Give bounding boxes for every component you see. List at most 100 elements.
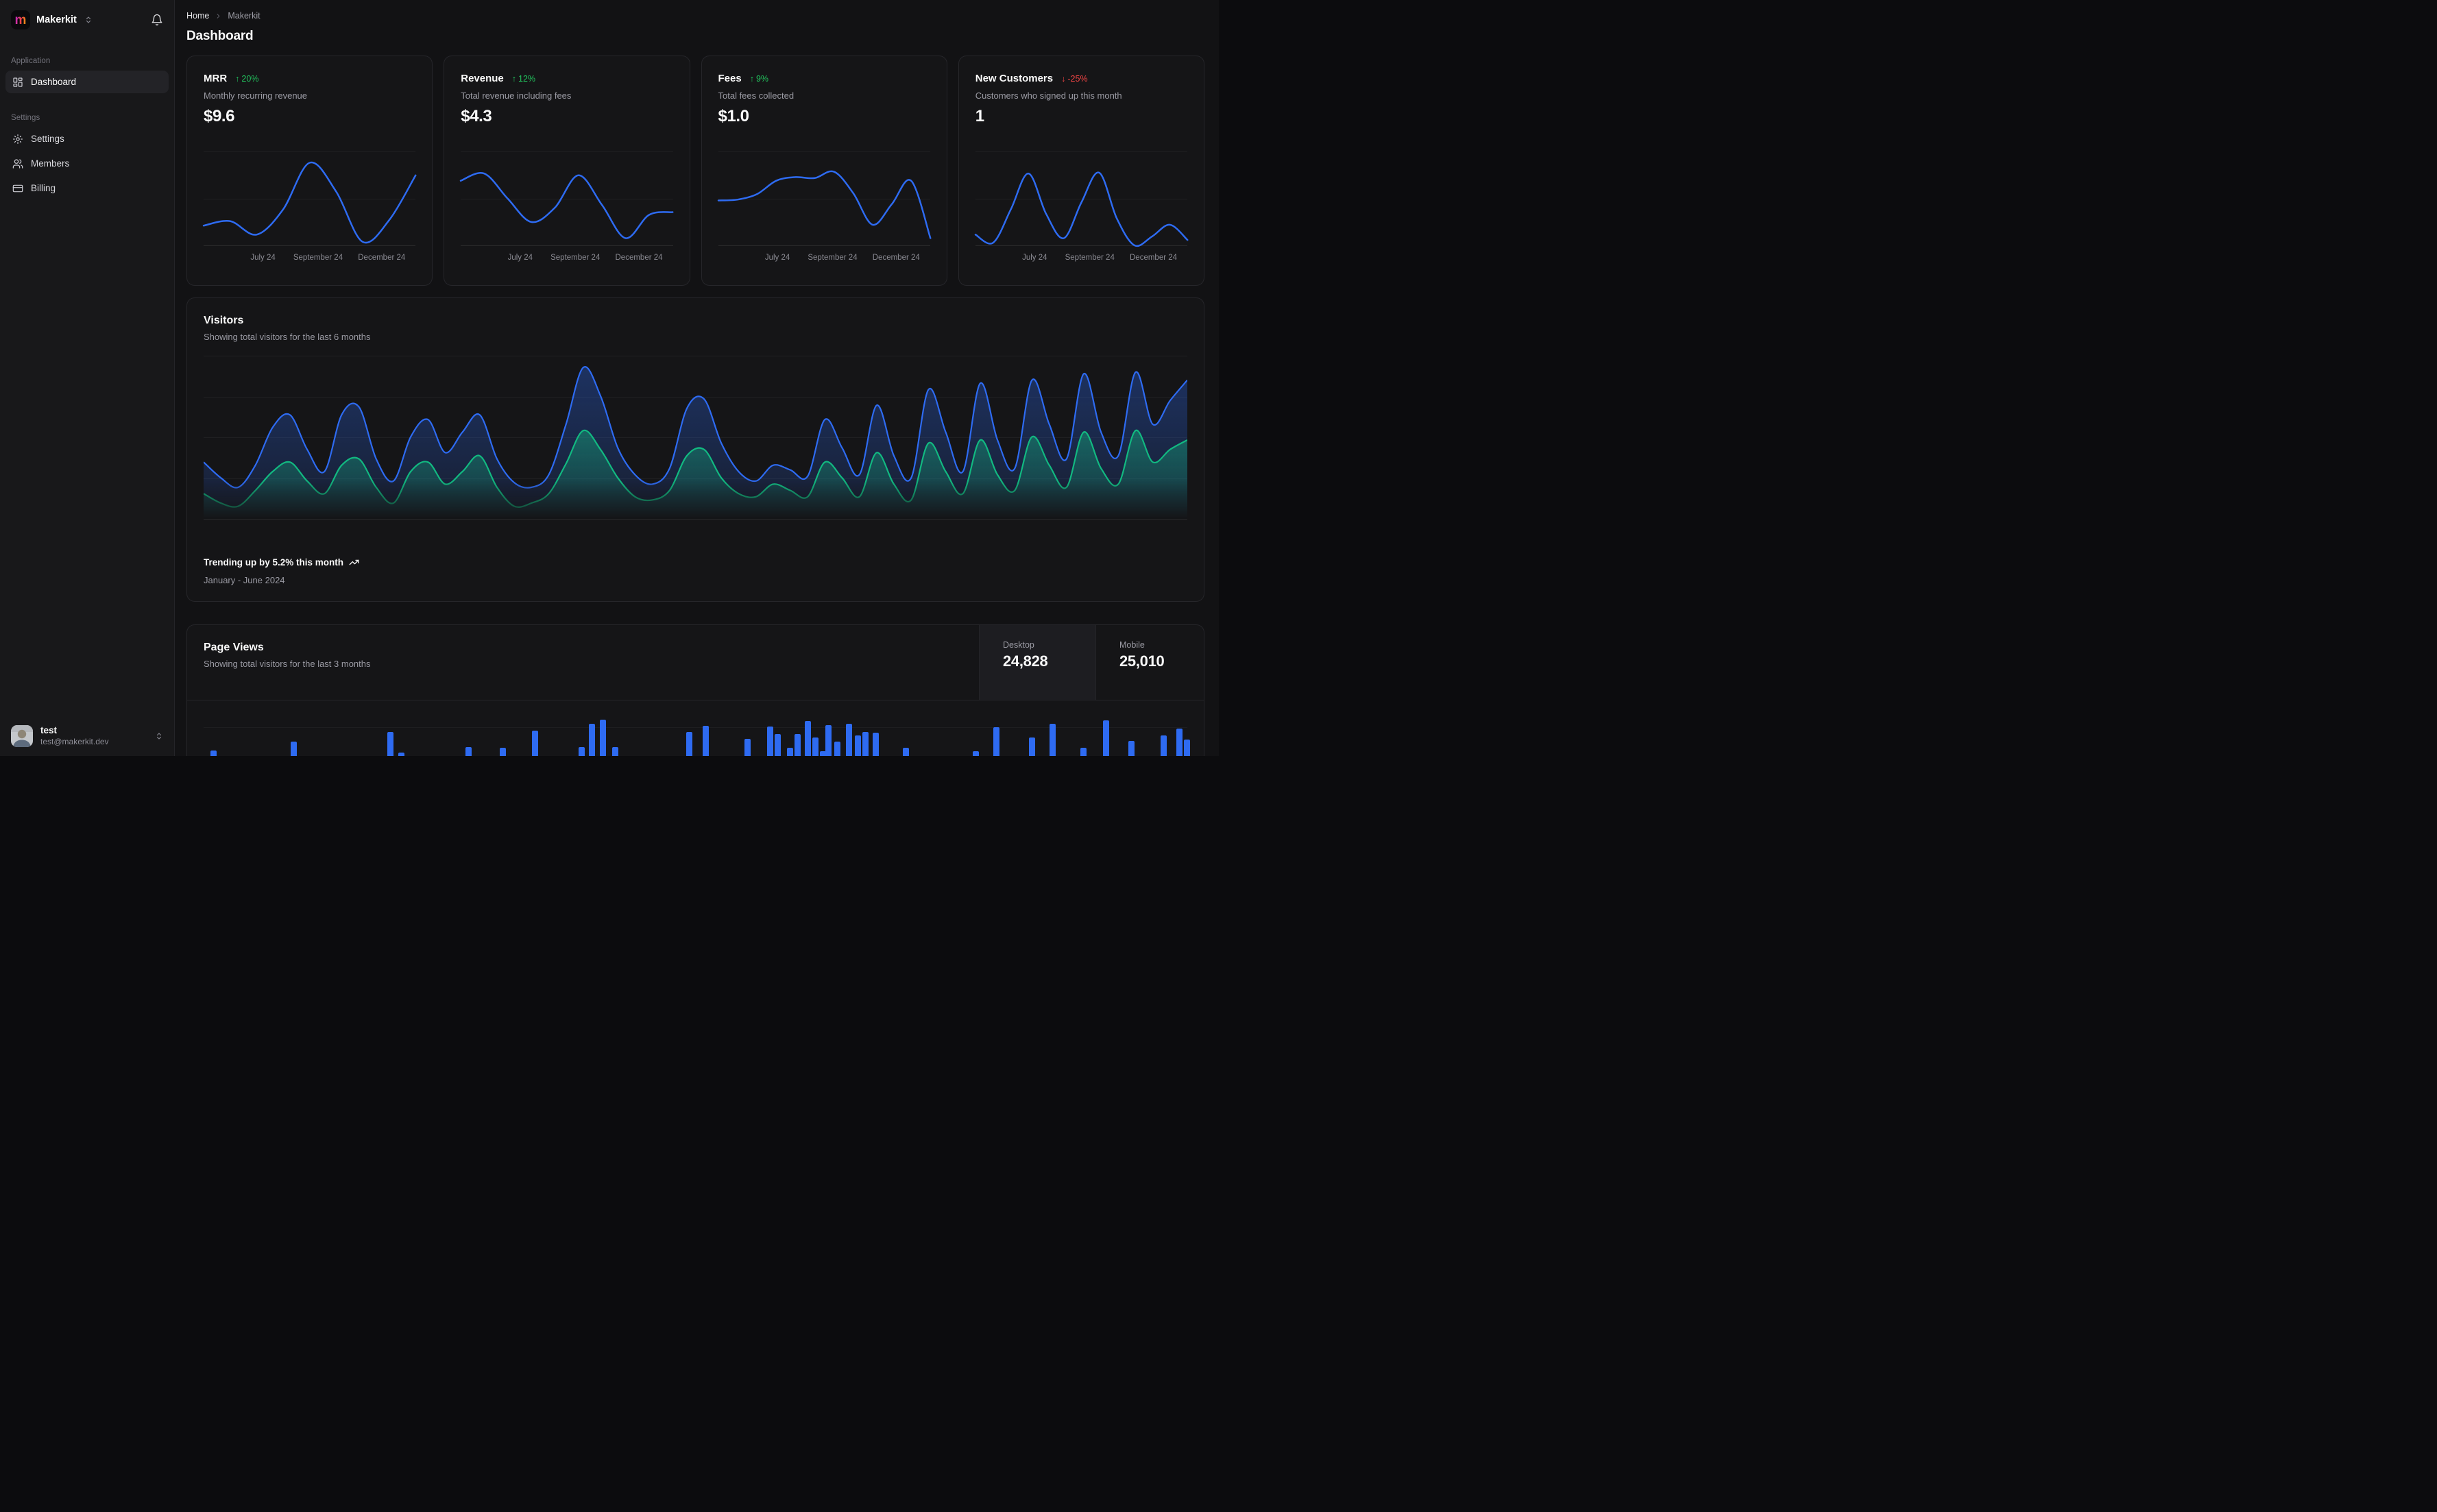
- trend-badge: ↑ 9%: [749, 73, 769, 84]
- sidebar-item-label: Members: [31, 158, 70, 169]
- gear-icon: [12, 134, 23, 145]
- chevron-right-icon: [215, 12, 222, 20]
- page-views-title: Page Views: [204, 642, 264, 653]
- bar: [532, 731, 538, 756]
- bar: [579, 747, 585, 756]
- makerkit-logo: m: [11, 10, 30, 29]
- breadcrumb: Home Makerkit: [186, 0, 1204, 21]
- x-tick-label: December 24: [358, 254, 406, 262]
- trend-arrow-icon: ↑: [749, 73, 754, 84]
- bar: [1103, 720, 1109, 756]
- trend-arrow-icon: ↓: [1061, 73, 1066, 84]
- stat-card-mrr: MRR ↑ 20% Monthly recurring revenue $9.6 …: [186, 56, 433, 286]
- sidebar-section-application: Application: [11, 57, 51, 65]
- bar: [210, 751, 217, 756]
- x-tick-label: December 24: [615, 254, 663, 262]
- sidebar-item-billing[interactable]: Billing: [5, 177, 169, 199]
- x-tick-label: September 24: [808, 254, 858, 262]
- stat-value: $4.3: [461, 107, 492, 125]
- bar: [387, 732, 393, 756]
- bar: [873, 733, 879, 756]
- sparkline-chart: [460, 151, 674, 246]
- bar: [787, 748, 793, 756]
- bar: [834, 742, 840, 756]
- bar: [795, 734, 801, 756]
- trend-badge: ↑ 20%: [235, 73, 259, 84]
- stat-description: Customers who signed up this month: [975, 90, 1122, 101]
- stat-value: $1.0: [718, 107, 750, 125]
- x-tick-label: September 24: [293, 254, 343, 262]
- bar: [775, 734, 781, 756]
- visitors-subtitle: Showing total visitors for the last 6 mo…: [204, 332, 371, 342]
- bar: [1184, 740, 1190, 756]
- breadcrumb-home-link[interactable]: Home: [186, 11, 209, 21]
- chevrons-up-down-icon[interactable]: [155, 732, 163, 740]
- trend-arrow-icon: ↑: [235, 73, 240, 84]
- sidebar-item-members[interactable]: Members: [5, 152, 169, 175]
- stat-description: Total fees collected: [718, 90, 795, 101]
- stat-card-revenue: Revenue ↑ 12% Total revenue including fee…: [444, 56, 690, 286]
- sparkline-chart: [974, 151, 1189, 247]
- bar: [612, 747, 618, 756]
- x-tick-label: July 24: [250, 254, 276, 262]
- user-name: test: [40, 725, 58, 736]
- page-views-subtitle: Showing total visitors for the last 3 mo…: [204, 659, 371, 669]
- sparkline-x-axis: July 24 September 24 December 24: [204, 254, 415, 265]
- sidebar-nav-application: Dashboard: [0, 71, 174, 93]
- sidebar: m Makerkit Application Dashboard Setting…: [0, 0, 175, 756]
- stat-description: Total revenue including fees: [461, 90, 572, 101]
- bar: [500, 748, 506, 756]
- bar: [1128, 741, 1135, 756]
- bar: [589, 724, 595, 756]
- trend-arrow-icon: ↑: [511, 73, 517, 84]
- x-tick-label: July 24: [507, 254, 533, 262]
- bar: [1161, 735, 1167, 756]
- sidebar-item-settings[interactable]: Settings: [5, 127, 169, 150]
- x-tick-label: September 24: [1065, 254, 1115, 262]
- toggle-label: Mobile: [1119, 640, 1145, 650]
- page-views-bar-chart: [204, 700, 1190, 756]
- bar: [1050, 724, 1056, 756]
- sparkline-chart: [202, 151, 417, 246]
- sidebar-section-settings: Settings: [11, 114, 40, 122]
- users-icon: [12, 158, 23, 169]
- sparkline-chart: [717, 151, 931, 246]
- stat-card-fees: Fees ↑ 9% Total fees collected $1.0 July …: [701, 56, 947, 286]
- toggle-value: 25,010: [1119, 653, 1165, 670]
- toggle-desktop[interactable]: Desktop 24,828: [979, 625, 1095, 700]
- bar: [993, 727, 999, 756]
- x-tick-label: December 24: [1129, 254, 1178, 262]
- workspace-name: Makerkit: [36, 14, 77, 25]
- sidebar-item-label: Dashboard: [31, 77, 77, 87]
- bar: [465, 747, 472, 756]
- stat-title: MRR: [204, 73, 228, 84]
- bar: [903, 748, 909, 756]
- chevrons-up-down-icon[interactable]: [84, 16, 93, 24]
- notifications-bell-icon[interactable]: [151, 14, 163, 26]
- stat-value: $9.6: [204, 107, 235, 125]
- breadcrumb-current[interactable]: Makerkit: [228, 11, 260, 21]
- toggle-mobile[interactable]: Mobile 25,010: [1095, 625, 1204, 700]
- bar: [855, 735, 861, 756]
- sidebar-item-dashboard[interactable]: Dashboard: [5, 71, 169, 93]
- x-tick-label: July 24: [1022, 254, 1047, 262]
- stat-title: New Customers: [975, 73, 1054, 84]
- bar: [862, 732, 869, 756]
- visitors-trending: Trending up by 5.2% this month: [204, 557, 359, 568]
- trending-up-icon: [349, 557, 359, 568]
- x-tick-label: July 24: [764, 254, 790, 262]
- user-info: test test@makerkit.dev: [40, 725, 109, 747]
- workspace-switcher[interactable]: m Makerkit: [0, 0, 174, 36]
- bar: [744, 739, 751, 756]
- page-views-header: Page Views Showing total visitors for th…: [187, 625, 1204, 700]
- sparkline-x-axis: July 24 September 24 December 24: [975, 254, 1187, 265]
- visitors-period: January - June 2024: [204, 575, 285, 585]
- bar: [291, 742, 297, 756]
- stat-cards-row: MRR ↑ 20% Monthly recurring revenue $9.6 …: [186, 56, 1204, 286]
- bar: [825, 725, 832, 756]
- stat-description: Monthly recurring revenue: [204, 90, 308, 101]
- sidebar-item-label: Settings: [31, 134, 64, 144]
- user-account-menu[interactable]: test test@makerkit.dev: [0, 716, 174, 756]
- bar: [600, 720, 606, 756]
- bar: [1080, 748, 1087, 756]
